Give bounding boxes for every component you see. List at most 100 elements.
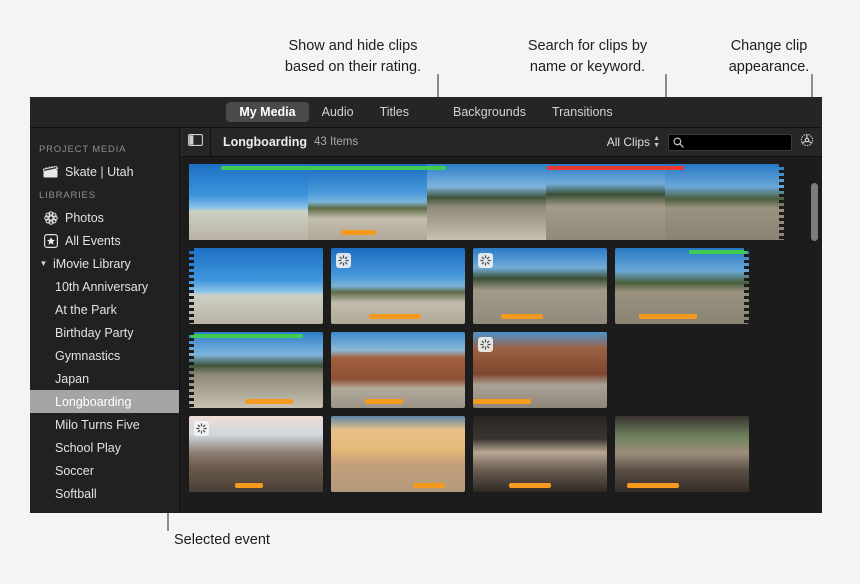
playback-progress-bar [501, 314, 543, 319]
clip-thumbnail[interactable] [189, 332, 323, 408]
star-badge-icon [42, 233, 59, 248]
sidebar-item-japan[interactable]: Japan [30, 367, 179, 390]
thumbnail-frame [189, 416, 323, 492]
sidebar-toggle-icon [187, 133, 203, 151]
clip-thumbnail[interactable] [189, 248, 323, 324]
clip-thumbnail[interactable] [615, 248, 749, 324]
sidebar-item-label: iMovie Library [53, 256, 131, 271]
browser-scrollbar[interactable] [811, 165, 818, 513]
thumbnail-frame [473, 416, 607, 492]
sidebar-item-imovie-library[interactable]: ▼ iMovie Library [30, 252, 179, 275]
clip-thumbnail[interactable] [473, 416, 607, 492]
section-header-libraries: Libraries [39, 190, 96, 201]
sidebar-item-label: Gymnastics [55, 348, 121, 363]
sidebar-item-birthday-party[interactable]: Birthday Party [30, 321, 179, 344]
favorite-marker [221, 166, 446, 170]
clip-thumbnail[interactable] [615, 416, 749, 492]
sidebar-item-label: Skate | Utah [65, 164, 134, 179]
stabilization-analysis-icon [478, 253, 493, 268]
thumbnail-frame [189, 248, 323, 324]
sprocket-edge-icon [744, 248, 749, 324]
event-title: Longboarding [223, 135, 308, 149]
tab-audio[interactable]: Audio [309, 102, 367, 122]
disclosure-triangle-icon[interactable]: ▼ [38, 259, 49, 268]
playback-progress-bar [413, 483, 445, 488]
search-input[interactable] [688, 135, 787, 149]
libraries-sidebar: Project Media Skate | Utah Libraries [30, 128, 180, 513]
sidebar-item-milo-turns-five[interactable]: Milo Turns Five [30, 413, 179, 436]
clip-thumbnail[interactable] [331, 248, 465, 324]
callout-selected-event: Selected event [174, 532, 270, 548]
thumbnail-frame [331, 332, 465, 408]
sidebar-item-gymnastics[interactable]: Gymnastics [30, 344, 179, 367]
rejected-marker [547, 166, 684, 170]
sidebar-item-photos[interactable]: Photos [30, 206, 179, 229]
sidebar-item-label: Japan [55, 371, 90, 386]
filmstrip-clip[interactable] [189, 164, 784, 240]
stabilization-analysis-icon [336, 253, 351, 268]
playback-progress-bar [235, 483, 263, 488]
event-item-count: 43 Items [314, 136, 359, 148]
sidebar-item-softball[interactable]: Softball [30, 482, 179, 505]
thumbnail-frame [665, 164, 784, 240]
thumbnail-frame [189, 332, 323, 408]
sidebar-item-label: 10th Anniversary [55, 279, 149, 294]
sidebar-item-10th-anniversary[interactable]: 10th Anniversary [30, 275, 179, 298]
sidebar-item-label: Soccer [55, 463, 94, 478]
clip-browser[interactable] [180, 157, 822, 513]
sidebar-item-skate-utah[interactable]: Skate | Utah [30, 160, 179, 183]
sidebar-item-all-events[interactable]: All Events [30, 229, 179, 252]
playback-progress-bar [245, 399, 293, 404]
clip-thumbnail[interactable] [331, 332, 465, 408]
thumbnail-frame [473, 248, 607, 324]
clip-appearance-button[interactable] [792, 132, 822, 153]
playback-progress-bar [365, 399, 403, 404]
clip-thumbnail[interactable] [331, 416, 465, 492]
favorite-marker [191, 334, 303, 338]
sidebar-item-label: All Events [65, 233, 121, 248]
photos-flower-icon [42, 210, 59, 225]
clip-thumbnail[interactable] [473, 332, 607, 408]
thumbnail-frame [615, 248, 749, 324]
callout-appearance: Change clip appearance. [728, 38, 810, 76]
media-browser-pane: Longboarding 43 Items All Clips ▲ ▼ [180, 128, 822, 513]
sidebar-item-label: Milo Turns Five [55, 417, 140, 432]
search-field[interactable] [668, 133, 792, 151]
clip-filter-label[interactable]: All Clips [607, 135, 650, 149]
thumbnail-frame [308, 164, 427, 240]
sidebar-toggle-button[interactable] [180, 128, 211, 156]
thumbnail-frame [615, 416, 749, 492]
up-down-chevron-icon[interactable]: ▲ ▼ [653, 135, 660, 149]
stabilization-analysis-icon [478, 337, 493, 352]
sidebar-item-label: Softball [55, 486, 97, 501]
sidebar-item-label: At the Park [55, 302, 117, 317]
tab-backgrounds[interactable]: Backgrounds [440, 102, 539, 122]
sidebar-item-label: Longboarding [55, 394, 132, 409]
playback-progress-bar [627, 483, 679, 488]
callout-rating: Show and hide clips based on their ratin… [284, 38, 422, 76]
clip-thumbnail[interactable] [473, 248, 607, 324]
section-header-project-media: Project Media [39, 144, 127, 155]
clip-thumbnail[interactable] [189, 416, 323, 492]
sidebar-item-label: Birthday Party [55, 325, 134, 340]
sprocket-edge-icon [189, 332, 194, 408]
sidebar-item-at-the-park[interactable]: At the Park [30, 298, 179, 321]
sprocket-edge-icon [779, 164, 784, 240]
sidebar-item-school-play[interactable]: School Play [30, 436, 179, 459]
tab-my-media[interactable]: My Media [226, 102, 309, 122]
thumbnail-frame [331, 248, 465, 324]
filmstrip-thumbnails [189, 164, 784, 240]
imovie-window: My Media Audio Titles Backgrounds Transi… [30, 97, 822, 513]
sidebar-item-label: Photos [65, 210, 104, 225]
stabilization-analysis-icon [194, 421, 209, 436]
scrollbar-thumb[interactable] [811, 183, 818, 241]
tab-list: My Media Audio Titles Backgrounds Transi… [226, 102, 625, 122]
sidebar-item-longboarding[interactable]: Longboarding [30, 390, 179, 413]
playback-progress-bar [509, 483, 551, 488]
sidebar-item-soccer[interactable]: Soccer [30, 459, 179, 482]
callout-search: Search for clips by name or keyword. [527, 38, 648, 76]
tab-titles[interactable]: Titles [367, 102, 422, 122]
media-tab-bar: My Media Audio Titles Backgrounds Transi… [30, 97, 822, 128]
tab-transitions[interactable]: Transitions [539, 102, 626, 122]
clip-row [189, 332, 822, 408]
